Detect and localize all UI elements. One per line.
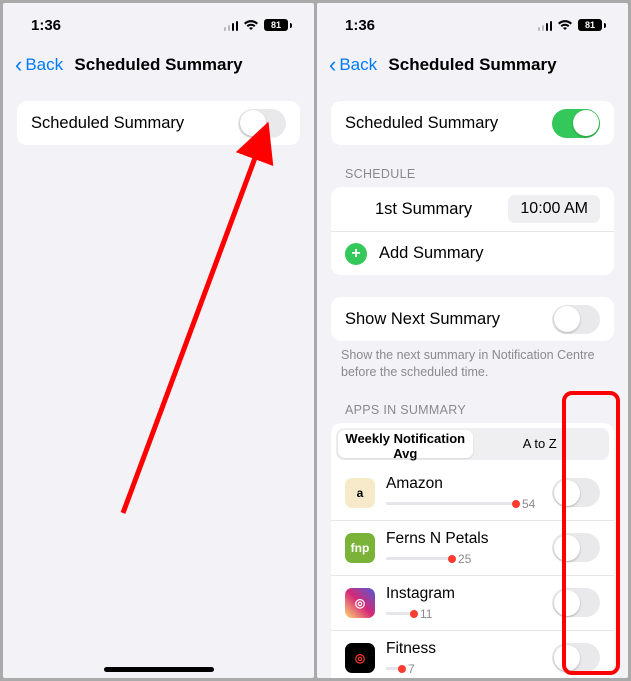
- scheduled-summary-label: Scheduled Summary: [345, 114, 498, 133]
- cellular-icon: [224, 20, 239, 31]
- app-name-label: Fitness: [386, 640, 541, 658]
- chevron-left-icon: ‹: [329, 54, 336, 76]
- app-name-label: Ferns N Petals: [386, 530, 541, 548]
- home-indicator: [104, 667, 214, 672]
- first-summary-label: 1st Summary: [375, 200, 472, 219]
- back-label: Back: [339, 55, 377, 75]
- scheduled-summary-toggle[interactable]: [238, 109, 286, 138]
- plus-icon: +: [345, 243, 367, 265]
- wifi-icon: [243, 19, 259, 31]
- app-row: a Amazon 54: [331, 466, 614, 520]
- app-include-toggle[interactable]: [552, 643, 600, 672]
- battery-icon: 81: [264, 19, 292, 31]
- notification-count: 54: [522, 497, 535, 511]
- cellular-icon: [538, 20, 553, 31]
- sort-segmented[interactable]: Weekly Notification Avg A to Z: [336, 428, 609, 460]
- notification-count: 7: [408, 662, 415, 676]
- back-button[interactable]: ‹ Back: [15, 54, 63, 76]
- app-row: fnp Ferns N Petals 25: [331, 520, 614, 575]
- status-bar: 1:36 81: [3, 3, 314, 47]
- nav-bar: ‹ Back Scheduled Summary: [317, 47, 628, 83]
- app-icon: ◎: [345, 643, 375, 673]
- clock: 1:36: [31, 17, 61, 34]
- notification-meter: [386, 612, 414, 615]
- screenshot-right: 1:36 81 ‹ Back Scheduled Summary Schedul…: [317, 3, 628, 678]
- annotation-arrow: [103, 113, 293, 533]
- app-row: ◎ Fitness 7: [331, 630, 614, 678]
- scheduled-summary-label: Scheduled Summary: [31, 114, 184, 133]
- app-include-toggle[interactable]: [552, 478, 600, 507]
- show-next-label: Show Next Summary: [345, 310, 500, 329]
- app-row: ◎ Instagram 11: [331, 575, 614, 630]
- scheduled-summary-row: Scheduled Summary: [331, 101, 614, 145]
- notification-count: 11: [420, 607, 432, 621]
- clock: 1:36: [345, 17, 375, 34]
- show-next-footnote: Show the next summary in Notification Ce…: [317, 341, 628, 381]
- back-label: Back: [25, 55, 63, 75]
- show-next-toggle[interactable]: [552, 305, 600, 334]
- app-icon: ◎: [345, 588, 375, 618]
- notification-meter: [386, 502, 516, 505]
- show-next-summary-row: Show Next Summary: [331, 297, 614, 341]
- app-icon: a: [345, 478, 375, 508]
- wifi-icon: [557, 19, 573, 31]
- status-bar: 1:36 81: [317, 3, 628, 47]
- schedule-header: SCHEDULE: [317, 145, 628, 187]
- first-summary-row[interactable]: 1st Summary 10:00 AM: [331, 187, 614, 231]
- apps-header: APPS IN SUMMARY: [317, 381, 628, 423]
- seg-a-to-z[interactable]: A to Z: [473, 430, 608, 458]
- notification-meter: [386, 667, 402, 670]
- app-name-label: Amazon: [386, 475, 541, 493]
- app-icon: fnp: [345, 533, 375, 563]
- back-button[interactable]: ‹ Back: [329, 54, 377, 76]
- battery-icon: 81: [578, 19, 606, 31]
- screenshot-left: 1:36 81 ‹ Back Scheduled Summary Schedul…: [3, 3, 314, 678]
- nav-bar: ‹ Back Scheduled Summary: [3, 47, 314, 83]
- first-summary-time[interactable]: 10:00 AM: [508, 195, 600, 223]
- seg-weekly-avg[interactable]: Weekly Notification Avg: [338, 430, 473, 458]
- notification-count: 25: [458, 552, 471, 566]
- scheduled-summary-toggle[interactable]: [552, 109, 600, 138]
- chevron-left-icon: ‹: [15, 54, 22, 76]
- add-summary-row[interactable]: + Add Summary: [331, 231, 614, 275]
- app-name-label: Instagram: [386, 585, 541, 603]
- notification-meter: [386, 557, 452, 560]
- app-include-toggle[interactable]: [552, 588, 600, 617]
- scheduled-summary-row: Scheduled Summary: [17, 101, 300, 145]
- app-include-toggle[interactable]: [552, 533, 600, 562]
- add-summary-label: Add Summary: [379, 244, 484, 263]
